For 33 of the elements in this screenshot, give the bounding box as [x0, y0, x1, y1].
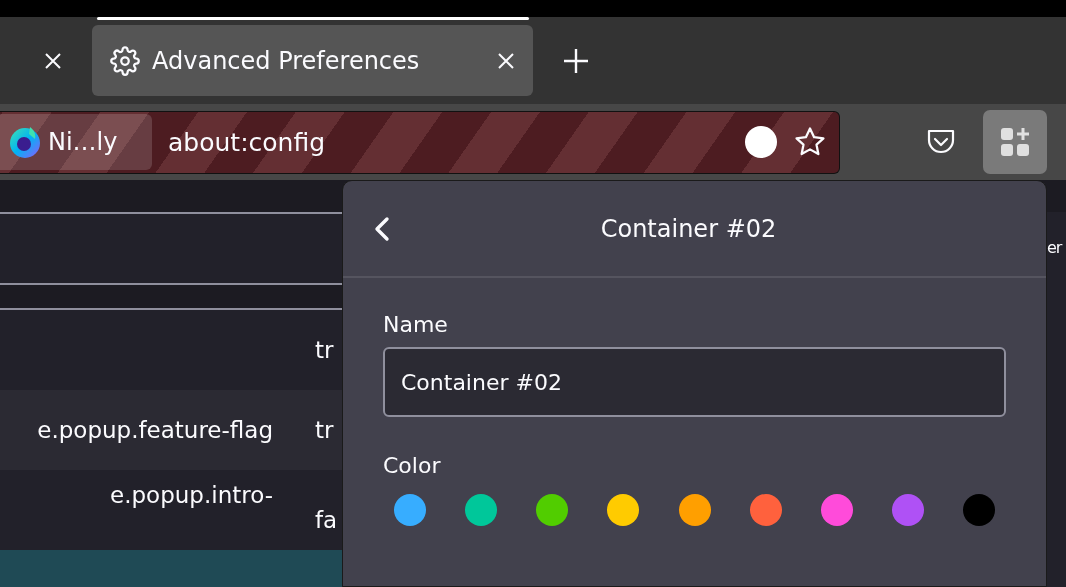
browser-logo-icon — [8, 125, 42, 159]
close-icon[interactable] — [44, 51, 62, 70]
back-icon[interactable] — [373, 215, 391, 242]
color-swatch[interactable] — [749, 494, 782, 526]
gear-icon — [110, 45, 140, 76]
preference-value: fa — [315, 507, 338, 533]
pocket-icon[interactable] — [926, 128, 956, 156]
preference-value: tr — [315, 337, 334, 363]
color-swatch[interactable] — [394, 494, 426, 526]
browser-name: Ni…ly — [48, 128, 118, 156]
preference-value: tr — [315, 417, 334, 443]
color-swatch[interactable] — [963, 494, 995, 526]
url-text[interactable]: about:config — [168, 127, 729, 157]
extensions-icon — [1000, 127, 1030, 157]
preference-name: e.popup.feature-flag — [36, 417, 274, 443]
header-text: er — [1047, 237, 1062, 257]
close-icon[interactable] — [497, 51, 515, 70]
color-swatch[interactable] — [891, 494, 924, 526]
name-label: Name — [383, 312, 449, 337]
name-field[interactable]: Container #02 — [383, 347, 1006, 417]
new-tab-icon[interactable] — [563, 47, 589, 74]
extensions-button[interactable] — [983, 110, 1047, 174]
color-swatch[interactable] — [465, 494, 498, 526]
color-swatch[interactable] — [607, 494, 640, 526]
identity-box[interactable]: Ni…ly — [0, 114, 152, 170]
color-swatch[interactable] — [678, 494, 711, 526]
preference-name: e.popup.intro- — [109, 482, 274, 508]
color-swatch[interactable] — [536, 494, 569, 526]
address-bar[interactable]: Ni…ly about:config — [0, 110, 840, 174]
color-label: Color — [383, 453, 442, 478]
circle-icon[interactable] — [745, 126, 777, 158]
color-swatch[interactable] — [820, 494, 853, 526]
panel-title: Container #02 — [599, 214, 778, 243]
